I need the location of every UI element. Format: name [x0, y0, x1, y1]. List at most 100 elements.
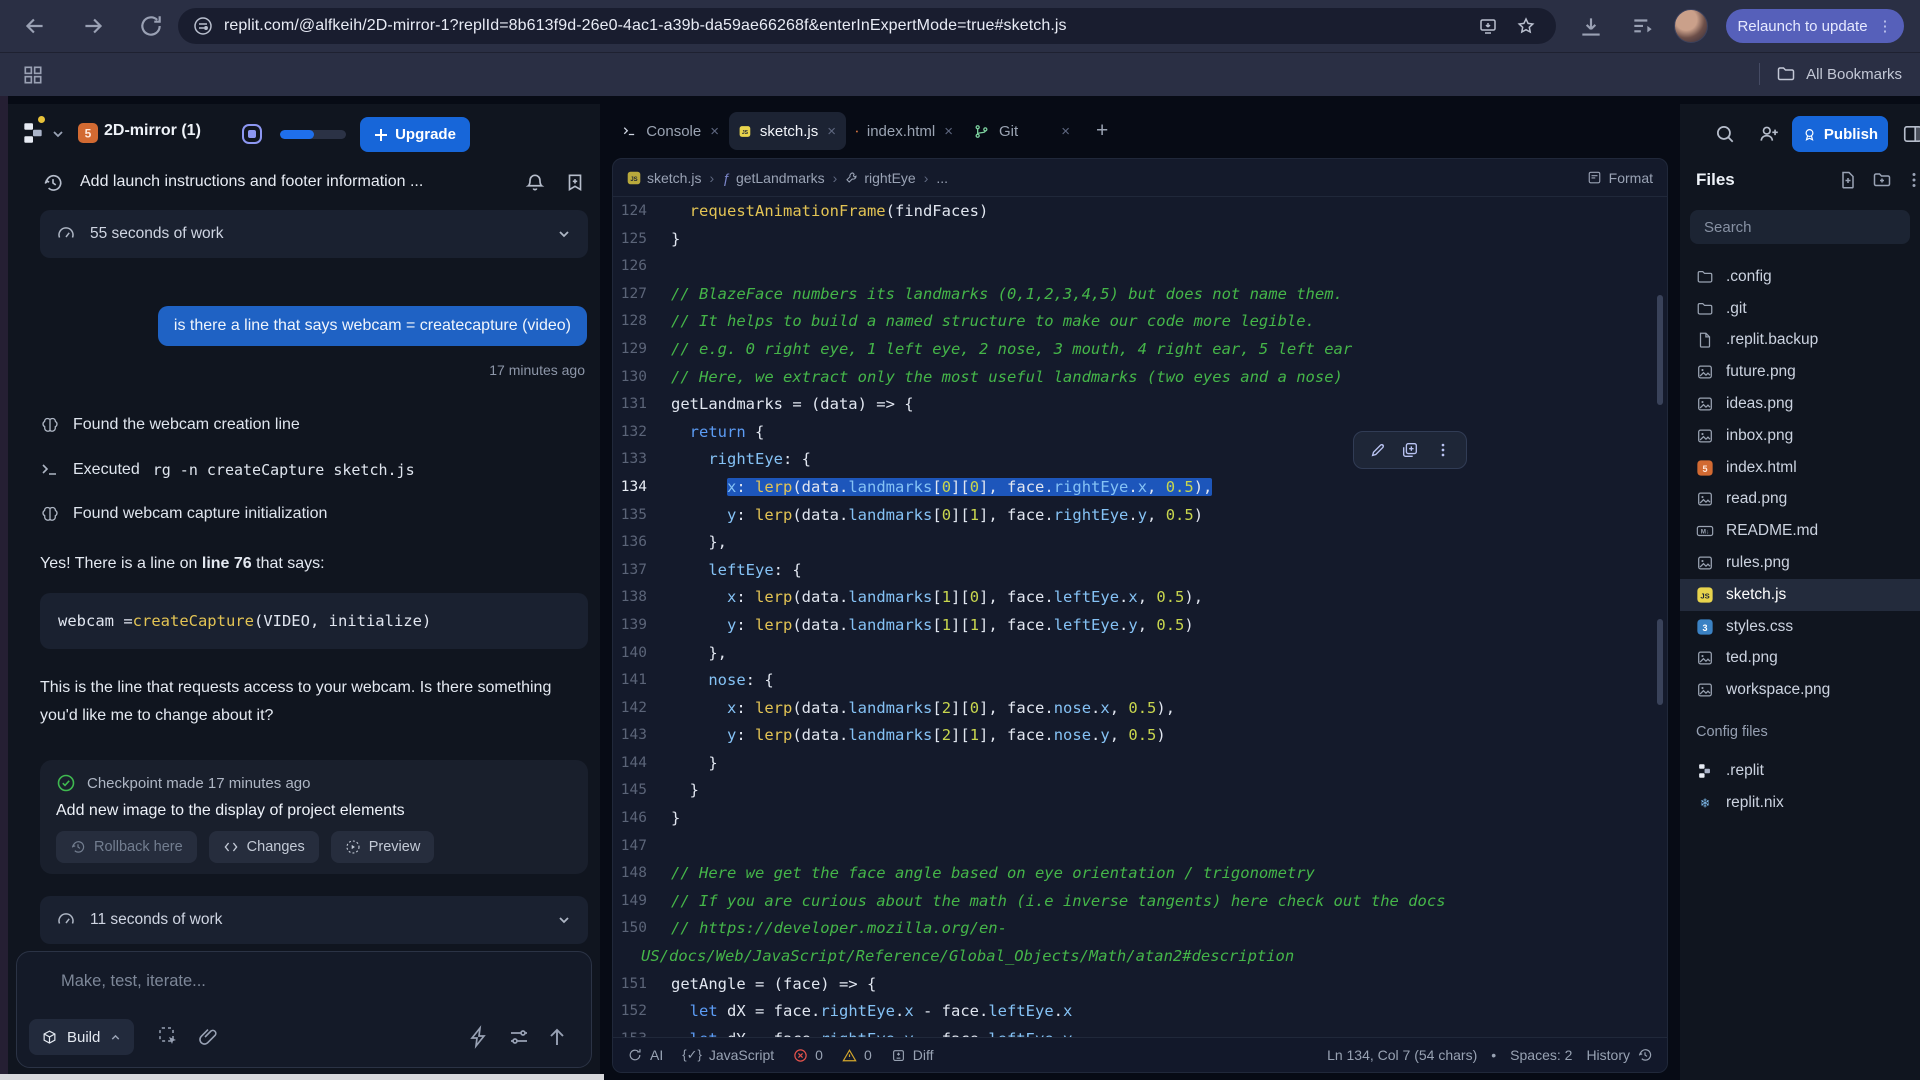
- layout-panel-icon[interactable]: [1902, 123, 1920, 145]
- breadcrumb-property[interactable]: rightEye: [845, 170, 915, 186]
- warnings-status[interactable]: 0: [842, 1047, 872, 1063]
- stop-app-icon[interactable]: [240, 122, 264, 146]
- code-line[interactable]: 129// e.g. 0 right eye, 1 left eye, 2 no…: [613, 336, 1667, 364]
- publish-button[interactable]: Publish: [1792, 116, 1888, 152]
- code-line[interactable]: 140 },: [613, 640, 1667, 668]
- file-item-styles-css[interactable]: 3styles.css: [1680, 611, 1920, 643]
- changes-button[interactable]: Changes: [209, 831, 319, 863]
- close-icon[interactable]: ×: [1061, 123, 1070, 140]
- file-item-readme-md[interactable]: M↓README.md: [1680, 515, 1920, 547]
- code-line[interactable]: 150// https://developer.mozilla.org/en-: [613, 915, 1667, 943]
- code-line[interactable]: 131getLandmarks = (data) => {: [613, 391, 1667, 419]
- file-item-index-html[interactable]: 5index.html: [1680, 452, 1920, 484]
- code-line[interactable]: 137 leftEye: {: [613, 557, 1667, 585]
- replit-logo-icon[interactable]: [20, 120, 46, 146]
- editor-scrollbar-thumb[interactable]: [1657, 295, 1663, 405]
- file-item-future-png[interactable]: future.png: [1680, 356, 1920, 388]
- send-arrow-up-icon[interactable]: [545, 1025, 569, 1049]
- close-icon[interactable]: ×: [944, 123, 953, 140]
- file-item-ideas-png[interactable]: ideas.png: [1680, 388, 1920, 420]
- code-line[interactable]: 138 x: lerp(data.landmarks[1][0], face.l…: [613, 584, 1667, 612]
- file-item-ted-png[interactable]: ted.png: [1680, 643, 1920, 675]
- format-button[interactable]: Format: [1587, 170, 1653, 186]
- file-item--git[interactable]: .git: [1680, 293, 1920, 325]
- file-item-read-png[interactable]: read.png: [1680, 484, 1920, 516]
- code-line[interactable]: 136 },: [613, 529, 1667, 557]
- code-line[interactable]: 132 return {: [613, 419, 1667, 447]
- chevron-down-icon[interactable]: [50, 126, 66, 142]
- code-line[interactable]: 147: [613, 833, 1667, 861]
- tab-git[interactable]: Git ×: [963, 112, 1080, 150]
- cursor-position[interactable]: Ln 134, Col 7 (54 chars): [1327, 1047, 1477, 1063]
- close-icon[interactable]: ×: [710, 123, 719, 140]
- code-line[interactable]: 149// If you are curious about the math …: [613, 888, 1667, 916]
- file-item--replit-backup[interactable]: .replit.backup: [1680, 325, 1920, 357]
- notifications-bell-icon[interactable]: [524, 172, 546, 194]
- bookmark-star-icon[interactable]: [1516, 16, 1536, 36]
- code-line[interactable]: 143 y: lerp(data.landmarks[2][1], face.n…: [613, 722, 1667, 750]
- code-area[interactable]: 124 requestAnimationFrame(findFaces)125}…: [613, 198, 1667, 1037]
- work-summary-bottom[interactable]: 11 seconds of work: [40, 896, 588, 944]
- code-line[interactable]: 144 }: [613, 750, 1667, 778]
- code-line[interactable]: 151getAngle = (face) => {: [613, 971, 1667, 999]
- new-tab-icon[interactable]: +: [1096, 119, 1108, 143]
- file-item--config[interactable]: .config: [1680, 261, 1920, 293]
- site-settings-icon[interactable]: [193, 16, 213, 36]
- all-bookmarks[interactable]: All Bookmarks: [1759, 63, 1902, 85]
- project-title[interactable]: 2D-mirror (1): [104, 122, 201, 140]
- file-item-rules-png[interactable]: rules.png: [1680, 547, 1920, 579]
- language-status[interactable]: {✓} JavaScript: [682, 1047, 774, 1063]
- code-line[interactable]: 134 x: lerp(data.landmarks[0][0], face.r…: [613, 474, 1667, 502]
- file-item-inbox-png[interactable]: inbox.png: [1680, 420, 1920, 452]
- breadcrumb-more[interactable]: ...: [936, 170, 948, 186]
- profile-avatar[interactable]: [1674, 9, 1708, 43]
- kebab-menu-icon[interactable]: ⋮: [1878, 17, 1893, 35]
- files-search-input[interactable]: [1690, 210, 1910, 244]
- invite-user-icon[interactable]: [1758, 123, 1780, 145]
- code-line[interactable]: 135 y: lerp(data.landmarks[0][1], face.r…: [613, 502, 1667, 530]
- url-text[interactable]: replit.com/@alfkeih/2D-mirror-1?replId=8…: [224, 17, 1067, 35]
- agent-prompt-input[interactable]: [61, 966, 571, 996]
- breadcrumb-function[interactable]: ƒ getLandmarks: [722, 170, 825, 186]
- code-line[interactable]: US/docs/Web/JavaScript/Reference/Global_…: [613, 943, 1667, 971]
- editor-scrollbar-thumb[interactable]: [1657, 619, 1663, 705]
- file-item-workspace-png[interactable]: workspace.png: [1680, 674, 1920, 706]
- code-line[interactable]: 142 x: lerp(data.landmarks[2][0], face.n…: [613, 695, 1667, 723]
- reload-icon[interactable]: [138, 13, 164, 39]
- downloads-icon[interactable]: [1578, 14, 1604, 40]
- code-line[interactable]: 133 rightEye: {: [613, 446, 1667, 474]
- power-bolt-icon[interactable]: [467, 1025, 491, 1049]
- chevron-down-icon[interactable]: [556, 226, 572, 242]
- element-select-icon[interactable]: [157, 1025, 181, 1049]
- breadcrumb-file[interactable]: JS sketch.js: [627, 170, 701, 186]
- file-item--replit[interactable]: .replit: [1680, 755, 1920, 787]
- new-file-icon[interactable]: [1838, 170, 1858, 190]
- forward-icon[interactable]: [80, 13, 106, 39]
- rollback-button[interactable]: Rollback here: [56, 831, 197, 863]
- code-line[interactable]: 125}: [613, 226, 1667, 254]
- relaunch-button[interactable]: Relaunch to update ⋮: [1726, 9, 1904, 43]
- ai-status[interactable]: AI: [627, 1047, 663, 1063]
- code-line[interactable]: 127// BlazeFace numbers its landmarks (0…: [613, 281, 1667, 309]
- preview-button[interactable]: Preview: [331, 831, 435, 863]
- code-line[interactable]: 124 requestAnimationFrame(findFaces): [613, 198, 1667, 226]
- back-icon[interactable]: [22, 13, 48, 39]
- install-app-icon[interactable]: [1478, 16, 1498, 36]
- kebab-menu-icon[interactable]: [1434, 441, 1452, 459]
- file-item-sketch-js[interactable]: JSsketch.js: [1680, 579, 1920, 611]
- kebab-menu-icon[interactable]: [1904, 170, 1920, 190]
- errors-status[interactable]: 0: [793, 1047, 823, 1063]
- upgrade-button[interactable]: Upgrade: [360, 117, 470, 152]
- diff-toggle[interactable]: Diff: [891, 1047, 934, 1063]
- build-mode-button[interactable]: Build: [29, 1019, 134, 1055]
- code-line[interactable]: 141 nose: {: [613, 667, 1667, 695]
- code-line[interactable]: 145 }: [613, 777, 1667, 805]
- code-line[interactable]: 153 let dY = face.rightEye.y - face.left…: [613, 1026, 1667, 1037]
- media-controls-icon[interactable]: [1630, 14, 1656, 40]
- history-icon[interactable]: [42, 172, 64, 194]
- code-line[interactable]: 146}: [613, 805, 1667, 833]
- tab-console[interactable]: Console ×: [612, 112, 729, 150]
- history-button[interactable]: History: [1586, 1047, 1653, 1063]
- code-line[interactable]: 130// Here, we extract only the most use…: [613, 364, 1667, 392]
- code-line[interactable]: 126: [613, 253, 1667, 281]
